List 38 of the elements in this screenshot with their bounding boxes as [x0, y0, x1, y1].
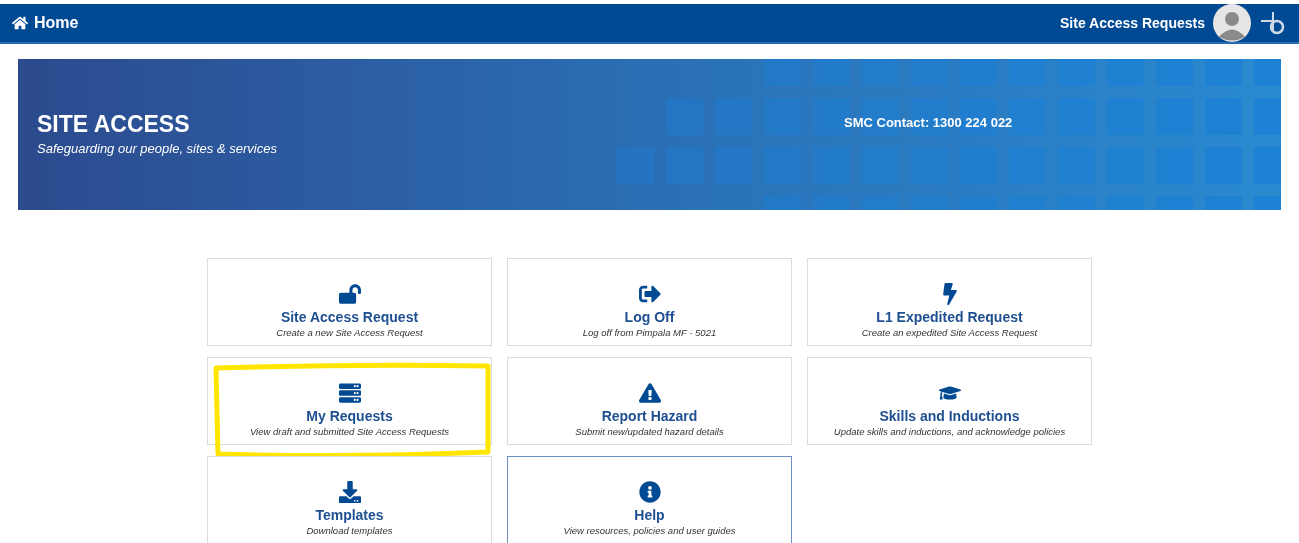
- server-icon: [338, 382, 361, 404]
- menu-tile[interactable]: Report Hazard Submit new/updated hazard details: [507, 357, 792, 445]
- tile-subtitle: Download templates: [306, 524, 393, 538]
- menu-tile[interactable]: Log Off Log off from Pimpala MF - 5021: [507, 258, 792, 346]
- home-icon: [12, 15, 28, 31]
- tile-title: My Requests: [306, 407, 393, 425]
- download-icon: [338, 481, 361, 503]
- tile-subtitle: View resources, policies and user guides: [563, 524, 736, 538]
- avatar-icon[interactable]: [1213, 4, 1251, 42]
- warning-icon: [638, 382, 661, 404]
- tile-title: Help: [634, 506, 665, 524]
- tile-subtitle: Create an expedited Site Access Request: [861, 326, 1038, 340]
- tile-subtitle: Create a new Site Access Request: [276, 326, 423, 340]
- app-title: Site Access Requests: [1060, 13, 1205, 33]
- tile-subtitle: Update skills and inductions, and acknowledge policies: [833, 425, 1066, 439]
- tile-subtitle: View draft and submitted Site Access Requests: [249, 425, 450, 439]
- menu-tile[interactable]: L1 Expedited Request Create an expedited Site Access Request: [807, 258, 1092, 346]
- menu-tile[interactable]: Templates Download templates: [207, 456, 492, 543]
- menu-tile[interactable]: Skills and Inductions Update skills and inductions, and acknowledge policies: [807, 357, 1092, 445]
- logo-icon: [1259, 9, 1287, 37]
- tile-title: Skills and Inductions: [879, 407, 1020, 425]
- tile-title: Templates: [315, 506, 384, 524]
- tile-title: Report Hazard: [601, 407, 698, 425]
- tile-title: Site Access Request: [280, 308, 419, 326]
- info-icon: [638, 481, 661, 503]
- contact-number: SMC Contact: 1300 224 022: [844, 113, 1013, 132]
- banner-tagline: Safeguarding our people, sites & services: [37, 140, 278, 159]
- home-link[interactable]: Home: [12, 11, 79, 35]
- menu-tile[interactable]: My Requests View draft and submitted Site Access Requests: [207, 357, 492, 445]
- menu-tile[interactable]: Site Access Request Create a new Site Access Request: [207, 258, 492, 346]
- banner-title: SITE ACCESS: [37, 110, 191, 140]
- sign-out-icon: [638, 283, 661, 305]
- tile-title: L1 Expedited Request: [876, 308, 1023, 326]
- tile-subtitle: Submit new/updated hazard details: [575, 425, 724, 439]
- padlock-icon: [338, 283, 361, 305]
- tile-title: Log Off: [624, 308, 675, 326]
- tile-subtitle: Log off from Pimpala MF - 5021: [582, 326, 717, 340]
- menu-tile[interactable]: Help View resources, policies and user guides: [507, 456, 792, 543]
